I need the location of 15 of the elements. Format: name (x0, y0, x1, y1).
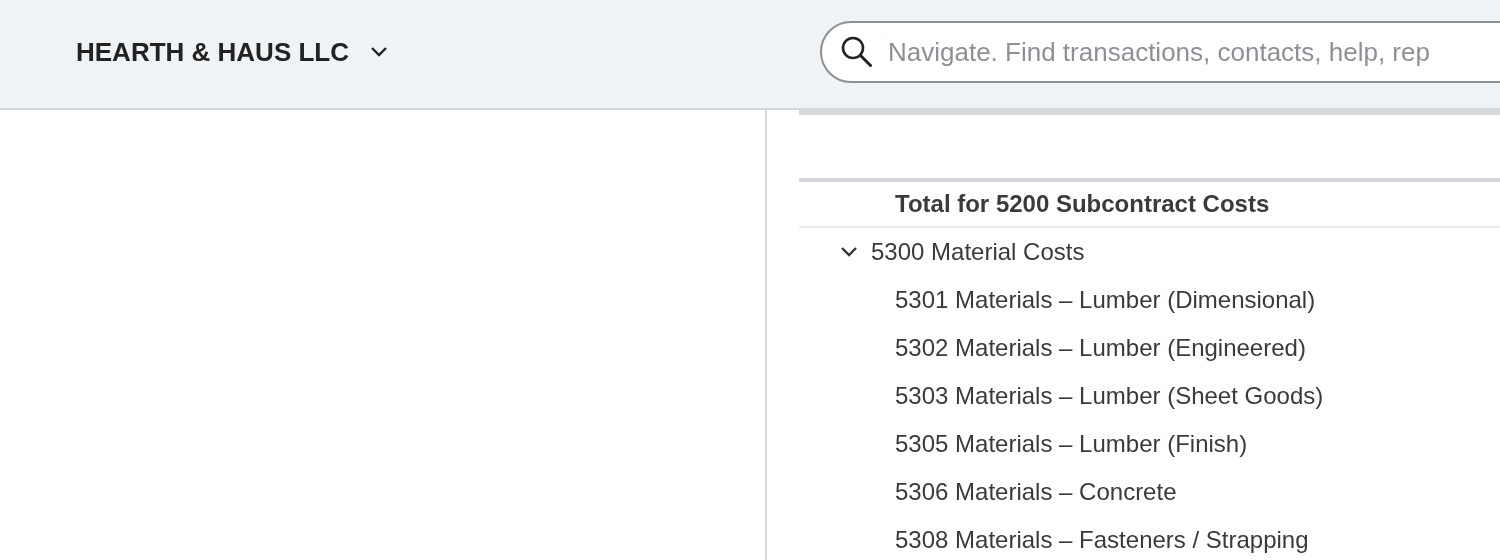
search-field[interactable]: Navigate. Find transactions, contacts, help, rep (886, 35, 1500, 69)
chevron-down-icon (369, 46, 389, 58)
account-label: 5302 Materials – Lumber (Engineered) (894, 334, 1306, 362)
account-label: 5303 Materials – Lumber (Sheet Goods) (894, 382, 1324, 410)
search-icon (840, 35, 874, 69)
account-label: 5308 Materials – Fasteners / Strapping (894, 526, 1309, 554)
account-label: 5305 Materials – Lumber (Finish) (894, 430, 1248, 458)
chevron-icon (839, 246, 859, 258)
company-switcher[interactable]: HEARTH & HAUS LLC (76, 36, 389, 68)
account-label: 5301 Materials – Lumber (Dimensional) (894, 286, 1316, 314)
expand-toggle[interactable] (839, 246, 859, 258)
group-label: 5300 Material Costs (871, 238, 1085, 266)
total-row-label: Total for 5200 Subcontract Costs (894, 190, 1270, 218)
account-label: 5306 Materials – Concrete (894, 478, 1177, 506)
search-bar[interactable]: Navigate. Find transactions, contacts, help, rep (820, 21, 1500, 83)
